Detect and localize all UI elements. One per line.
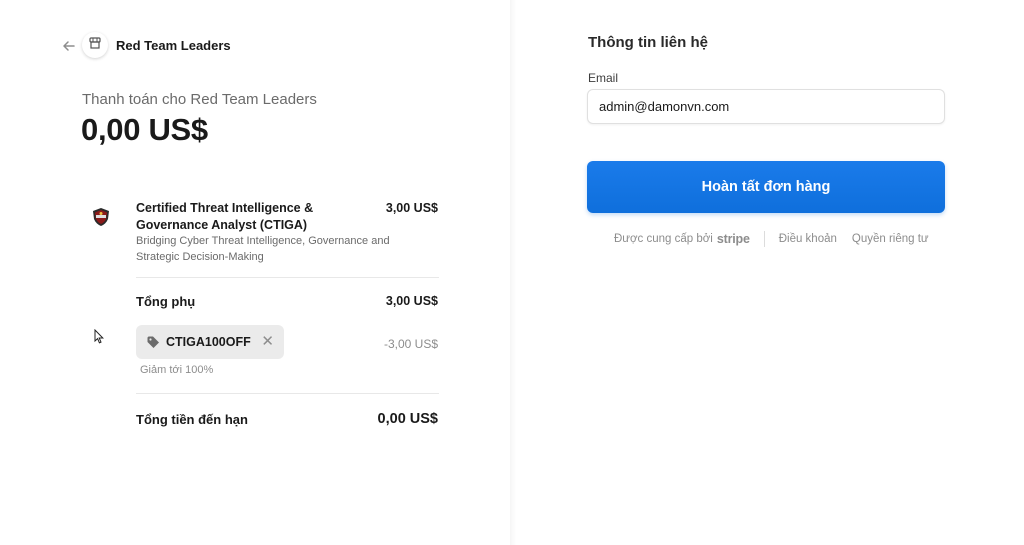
footer: Được cung cấp bởi stripe Điều khoản Quyề… — [614, 231, 929, 247]
payment-pane: Thông tin liên hệ Email Hoàn tất đơn hàn… — [516, 0, 1024, 545]
product-logo-icon — [90, 206, 112, 228]
subtotal-value: 3,00 US$ — [385, 294, 438, 308]
discount-value: -3,00 US$ — [383, 337, 438, 351]
complete-order-button[interactable]: Hoàn tất đơn hàng — [587, 161, 945, 213]
order-summary-pane: Red Team Leaders Thanh toán cho Red Team… — [0, 0, 510, 545]
divider — [136, 393, 439, 394]
subtotal-label: Tổng phụ — [136, 294, 196, 309]
terms-link[interactable]: Điều khoản — [779, 233, 837, 245]
promo-code: CTIGA100OFF — [166, 335, 251, 349]
footer-divider — [763, 231, 765, 247]
powered-by-label: Được cung cấp bởi — [614, 233, 713, 245]
product-description: Bridging Cyber Threat Intelligence, Gove… — [136, 235, 390, 263]
divider — [136, 277, 439, 278]
promo-code-chip: CTIGA100OFF ✕ — [136, 325, 284, 359]
stripe-logo: stripe — [716, 232, 750, 246]
privacy-link[interactable]: Quyền riêng tư — [852, 233, 929, 245]
store-icon — [88, 36, 102, 55]
close-icon[interactable]: ✕ — [261, 333, 274, 351]
tag-icon — [146, 335, 160, 349]
product-price: 3,00 US$ — [385, 201, 438, 215]
powered-by-stripe[interactable]: Được cung cấp bởi stripe — [614, 232, 750, 246]
product-name: Certified Threat Intelligence & Governan… — [136, 201, 314, 232]
back-arrow-icon[interactable] — [60, 37, 78, 55]
total-due-value: 0,00 US$ — [377, 411, 438, 427]
discount-note: Giảm tới 100% — [140, 364, 214, 376]
total-amount: 0,00 US$ — [81, 112, 208, 147]
pay-to-label: Thanh toán cho Red Team Leaders — [82, 91, 317, 108]
store-avatar — [82, 32, 108, 58]
total-due-label: Tổng tiền đến hạn — [136, 412, 248, 427]
email-field[interactable] — [587, 89, 945, 124]
cursor-icon — [94, 328, 104, 344]
contact-info-heading: Thông tin liên hệ — [588, 34, 708, 51]
email-label: Email — [588, 71, 619, 85]
store-name: Red Team Leaders — [116, 38, 231, 53]
